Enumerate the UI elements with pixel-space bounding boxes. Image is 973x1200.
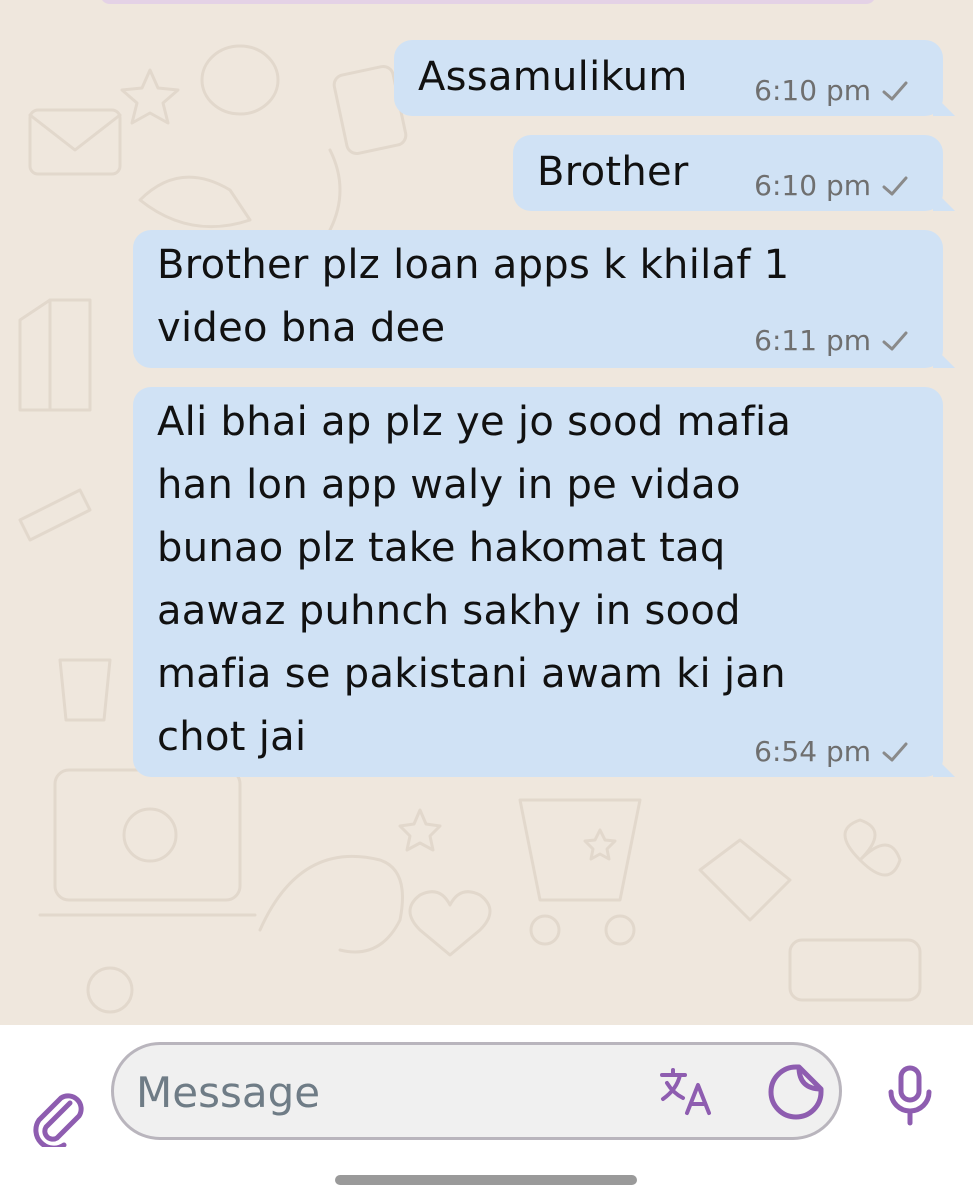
bubble-tail bbox=[933, 346, 955, 368]
message-timestamp: 6:54 pm bbox=[754, 735, 871, 768]
composer-bar bbox=[0, 1025, 973, 1200]
sticker-button[interactable] bbox=[767, 1063, 825, 1121]
outgoing-message-bubble[interactable]: Ali bhai ap plz ye jo sood mafia han lon… bbox=[133, 387, 955, 777]
microphone-icon bbox=[888, 1065, 932, 1126]
sent-check-icon bbox=[881, 80, 909, 102]
message-meta: 6:54 pm bbox=[754, 735, 909, 768]
bubble-tail bbox=[933, 94, 955, 116]
message-list[interactable]: Assamulikum 6:10 pm Brother 6:10 pm Brot bbox=[0, 0, 973, 1025]
message-text: Ali bhai ap plz ye jo sood mafia han lon… bbox=[157, 399, 792, 760]
sent-check-icon bbox=[881, 741, 909, 763]
message-text: Brother bbox=[537, 149, 689, 195]
sticker-icon bbox=[768, 1064, 824, 1120]
message-meta: 6:10 pm bbox=[754, 169, 909, 202]
sent-check-icon bbox=[881, 330, 909, 352]
message-meta: 6:11 pm bbox=[754, 324, 909, 357]
message-timestamp: 6:10 pm bbox=[754, 74, 871, 107]
message-text: Assamulikum bbox=[418, 54, 688, 100]
message-field[interactable] bbox=[111, 1042, 842, 1140]
voice-record-button[interactable] bbox=[885, 1065, 935, 1127]
outgoing-message-bubble[interactable]: Brother 6:10 pm bbox=[513, 135, 955, 211]
outgoing-message-bubble[interactable]: Brother plz loan apps k khilaf 1 video b… bbox=[133, 230, 955, 368]
chat-screen: Assamulikum 6:10 pm Brother 6:10 pm Brot bbox=[0, 0, 973, 1200]
message-meta: 6:10 pm bbox=[754, 74, 909, 107]
outgoing-message-bubble[interactable]: Assamulikum 6:10 pm bbox=[394, 40, 955, 116]
paperclip-icon bbox=[33, 1093, 84, 1151]
bubble-tail bbox=[933, 189, 955, 211]
home-indicator[interactable] bbox=[335, 1175, 637, 1185]
message-input[interactable] bbox=[134, 1057, 638, 1127]
sent-check-icon bbox=[881, 175, 909, 197]
message-timestamp: 6:10 pm bbox=[754, 169, 871, 202]
message-text: Brother plz loan apps k khilaf 1 video b… bbox=[157, 242, 790, 351]
message-timestamp: 6:11 pm bbox=[754, 324, 871, 357]
previous-message-edge bbox=[100, 0, 876, 4]
attach-button[interactable] bbox=[30, 1087, 86, 1151]
bubble-tail bbox=[933, 755, 955, 777]
translate-icon bbox=[660, 1068, 711, 1115]
translate-button[interactable] bbox=[659, 1067, 715, 1117]
